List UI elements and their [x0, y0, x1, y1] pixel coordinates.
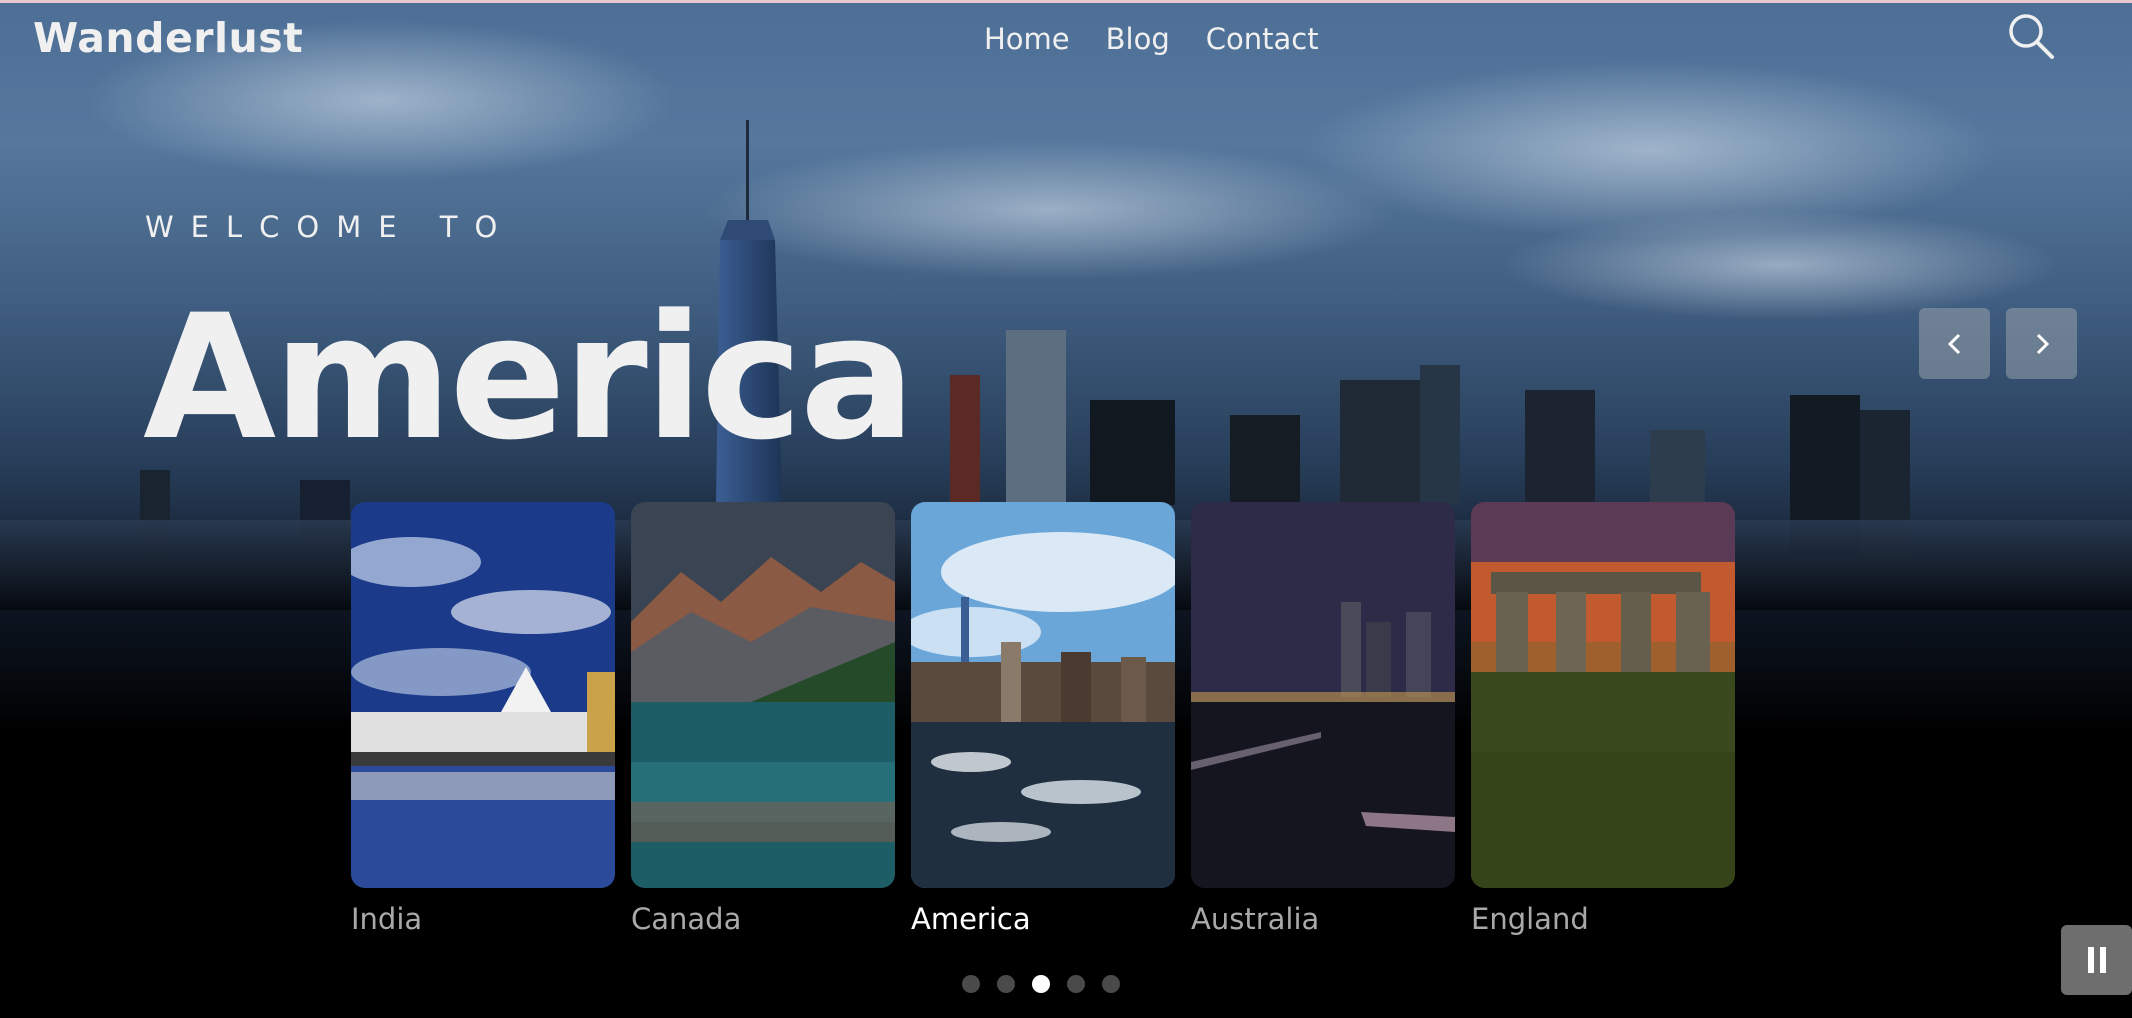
- prev-slide-button[interactable]: [1919, 308, 1990, 379]
- pause-icon: [2087, 947, 2106, 973]
- card-label-india[interactable]: India: [351, 902, 422, 936]
- nav-home[interactable]: Home: [984, 22, 1070, 56]
- pause-button[interactable]: [2061, 925, 2132, 995]
- card-label-australia[interactable]: Australia: [1191, 902, 1319, 936]
- search-icon[interactable]: [2006, 11, 2056, 61]
- hero-title: America: [143, 277, 916, 478]
- next-slide-button[interactable]: [2006, 308, 2077, 379]
- destination-card-australia[interactable]: [1191, 502, 1455, 888]
- card-label-america[interactable]: America: [911, 902, 1031, 936]
- destination-card-england[interactable]: [1471, 502, 1735, 888]
- australia-image: [1191, 502, 1455, 888]
- nav-blog[interactable]: Blog: [1106, 22, 1170, 56]
- main-nav: Home Blog Contact: [984, 22, 1319, 56]
- england-image: [1471, 502, 1735, 888]
- site-logo[interactable]: Wanderlust: [33, 14, 303, 62]
- nav-contact[interactable]: Contact: [1206, 22, 1319, 56]
- card-label-england[interactable]: England: [1471, 902, 1589, 936]
- pagination-dots: [962, 975, 1120, 993]
- card-label-canada[interactable]: Canada: [631, 902, 741, 936]
- pagination-dot-3[interactable]: [1032, 975, 1050, 993]
- destination-card-india[interactable]: [351, 502, 615, 888]
- pagination-dot-4[interactable]: [1067, 975, 1085, 993]
- india-image: [351, 502, 615, 888]
- hero-eyebrow: WELCOME TO: [145, 210, 515, 244]
- destination-card-america[interactable]: [911, 502, 1175, 888]
- pagination-dot-2[interactable]: [997, 975, 1015, 993]
- destination-card-canada[interactable]: [631, 502, 895, 888]
- pagination-dot-5[interactable]: [1102, 975, 1120, 993]
- pagination-dot-1[interactable]: [962, 975, 980, 993]
- chevron-left-icon: [1947, 333, 1960, 354]
- chevron-right-icon: [2036, 333, 2049, 354]
- canada-image: [631, 502, 895, 888]
- america-image: [911, 502, 1175, 888]
